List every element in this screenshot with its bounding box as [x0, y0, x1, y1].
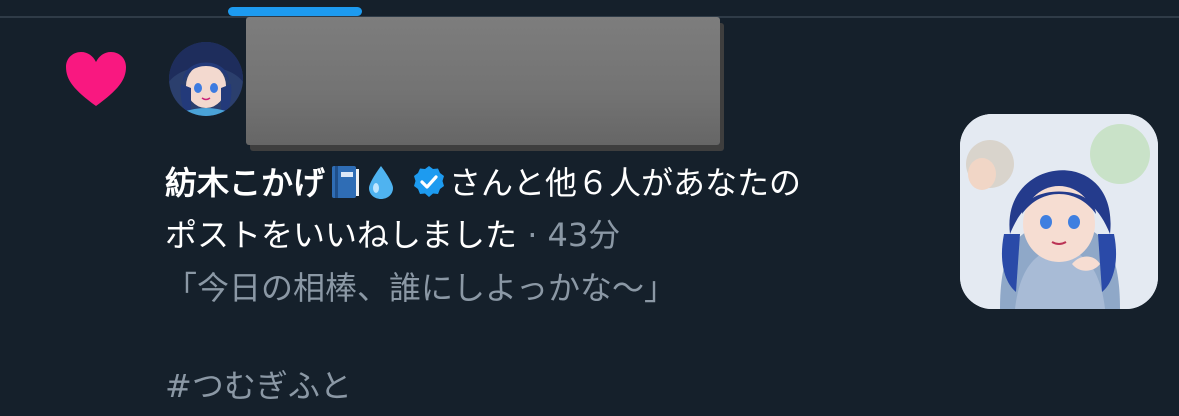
book-icon [332, 166, 360, 198]
hashtag[interactable]: #つむぎふと [165, 366, 352, 406]
action-text-line1: さんと他６人があなたの [449, 164, 802, 202]
liker-name[interactable]: 紡木こかげ [165, 164, 325, 202]
quoted-post-text[interactable]: 「今日の相棒、誰にしよっかな〜」 [165, 268, 676, 308]
action-text-line2: ポストをいいねしました [165, 216, 518, 254]
separator: · [527, 216, 538, 254]
liker-avatar[interactable] [169, 42, 243, 116]
droplet-icon [369, 166, 394, 199]
active-tab-indicator [228, 7, 362, 16]
timestamp: 43分 [547, 216, 621, 254]
post-thumbnail[interactable] [960, 114, 1158, 309]
redaction-block [246, 17, 720, 145]
thumbnail-image [960, 114, 1158, 309]
notification-text: 紡木こかげ さんと他６人があなたの ポストをいいねしました · 43分 [165, 157, 925, 261]
verified-badge-icon [414, 166, 445, 197]
avatar-image [169, 42, 243, 116]
heart-icon [66, 52, 126, 106]
